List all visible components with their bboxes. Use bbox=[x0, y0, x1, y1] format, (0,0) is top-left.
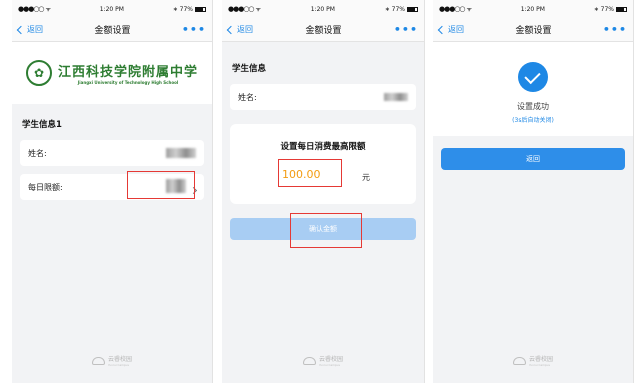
limit-setting-title: 设置每日消费最高限额 bbox=[280, 142, 366, 152]
back-button[interactable]: 返回 bbox=[226, 24, 253, 35]
phone-screen-account: ●●●○○ ᯤ 1:20 PM ∗ 77% 返回 金额设置 ••• ✿ 江西科技… bbox=[12, 0, 213, 383]
student-name-row: 姓名: bbox=[20, 140, 204, 166]
highlight-box-amount bbox=[278, 159, 342, 187]
return-button[interactable]: 返回 bbox=[441, 148, 625, 170]
more-menu-button[interactable]: ••• bbox=[394, 23, 418, 36]
student-info-title: 学生信息1 bbox=[22, 120, 62, 130]
brand-sub: Yunrui Campus bbox=[107, 363, 129, 367]
highlight-box-confirm bbox=[290, 213, 362, 248]
battery-percent: 77% bbox=[600, 5, 614, 13]
battery-icon bbox=[407, 6, 418, 12]
highlight-box-limit bbox=[127, 171, 195, 199]
footer-brand: 云睿校园 Yunrui Campus bbox=[12, 354, 212, 367]
back-button[interactable]: 返回 bbox=[16, 24, 43, 35]
phone-screen-set-limit: ●●●○○ ᯤ 1:20 PM ∗ 77% 返回 金额设置 ••• 学生信息 姓… bbox=[222, 0, 425, 383]
wifi-icon: ᯤ bbox=[45, 6, 51, 13]
check-icon bbox=[518, 62, 548, 92]
success-panel: 设置成功 (3s后自动关闭) bbox=[433, 42, 633, 136]
page-title: 金额设置 bbox=[515, 26, 552, 36]
chevron-left-icon bbox=[226, 25, 236, 34]
daily-limit-label: 每日限额: bbox=[28, 182, 63, 192]
brand-logo-icon bbox=[512, 356, 526, 365]
name-label: 姓名: bbox=[28, 148, 47, 158]
status-time: 1:20 PM bbox=[310, 5, 335, 13]
status-bar: ●●●○○ ᯤ 1:20 PM ∗ 77% bbox=[222, 0, 424, 18]
page-title: 金额设置 bbox=[94, 26, 131, 36]
bluetooth-icon: ∗ bbox=[384, 5, 390, 13]
more-menu-button[interactable]: ••• bbox=[603, 23, 627, 36]
student-info-title: 学生信息 bbox=[232, 64, 267, 74]
chevron-left-icon bbox=[437, 25, 447, 34]
more-menu-button[interactable]: ••• bbox=[182, 23, 206, 36]
battery-icon bbox=[616, 6, 627, 12]
success-message: 设置成功 bbox=[517, 102, 549, 111]
status-time: 1:20 PM bbox=[99, 5, 124, 13]
brand-name: 云睿校园 bbox=[318, 356, 343, 363]
brand-name: 云睿校园 bbox=[107, 356, 132, 363]
chevron-left-icon bbox=[16, 25, 26, 34]
battery-percent: 77% bbox=[179, 5, 193, 13]
footer-brand: 云睿校园 Yunrui Campus bbox=[222, 354, 424, 367]
phone-screen-success: ●●●○○ ᯤ 1:20 PM ∗ 77% 返回 金额设置 ••• 设置成功 (… bbox=[433, 0, 634, 383]
student-name-row: 姓名: bbox=[230, 84, 416, 110]
name-redacted bbox=[166, 148, 196, 158]
auto-close-hint: (3s后自动关闭) bbox=[512, 117, 554, 124]
back-button[interactable]: 返回 bbox=[437, 24, 464, 35]
battery-percent: 77% bbox=[391, 5, 405, 13]
footer-brand: 云睿校园 Yunrui Campus bbox=[433, 354, 633, 367]
nav-bar: 返回 金额设置 ••• bbox=[222, 18, 424, 42]
bluetooth-icon: ∗ bbox=[593, 5, 599, 13]
status-bar: ●●●○○ ᯤ 1:20 PM ∗ 77% bbox=[12, 0, 212, 18]
bluetooth-icon: ∗ bbox=[172, 5, 178, 13]
brand-sub: Yunrui Campus bbox=[318, 363, 340, 367]
nav-bar: 返回 金额设置 ••• bbox=[12, 18, 212, 42]
wifi-icon: ᯤ bbox=[466, 6, 472, 13]
name-redacted bbox=[384, 93, 408, 101]
amount-unit: 元 bbox=[362, 173, 370, 182]
brand-name: 云睿校园 bbox=[528, 356, 553, 363]
back-label: 返回 bbox=[27, 25, 43, 34]
name-label: 姓名: bbox=[238, 92, 257, 102]
brand-sub: Yunrui Campus bbox=[528, 363, 550, 367]
signal-icon: ●●●○○ bbox=[439, 5, 466, 13]
status-time: 1:20 PM bbox=[520, 5, 545, 13]
nav-bar: 返回 金额设置 ••• bbox=[433, 18, 633, 42]
page-title: 金额设置 bbox=[305, 26, 342, 36]
brand-logo-icon bbox=[91, 356, 105, 365]
signal-icon: ●●●○○ bbox=[228, 5, 255, 13]
school-banner: ✿ 江西科技学院附属中学 Jiangxi University of Techn… bbox=[12, 42, 212, 104]
signal-icon: ●●●○○ bbox=[18, 5, 45, 13]
back-label: 返回 bbox=[237, 25, 253, 34]
school-name-en: Jiangxi University of Technology High Sc… bbox=[77, 80, 179, 85]
status-bar: ●●●○○ ᯤ 1:20 PM ∗ 77% bbox=[433, 0, 633, 18]
back-label: 返回 bbox=[448, 25, 464, 34]
brand-logo-icon bbox=[302, 356, 316, 365]
school-logo-icon: ✿ bbox=[25, 60, 52, 86]
school-name: 江西科技学院附属中学 bbox=[57, 65, 198, 80]
wifi-icon: ᯤ bbox=[255, 6, 261, 13]
battery-icon bbox=[195, 6, 206, 12]
